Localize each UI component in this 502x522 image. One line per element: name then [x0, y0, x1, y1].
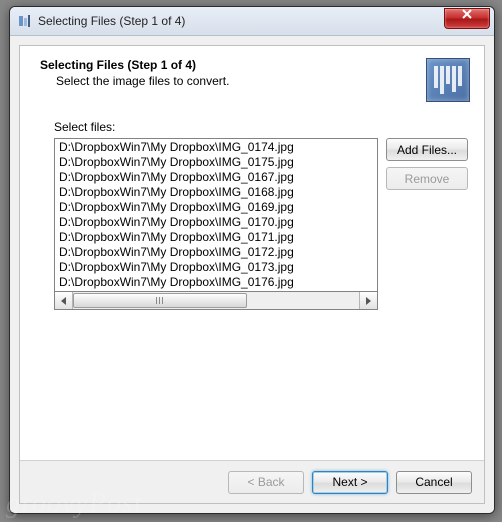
- scroll-thumb[interactable]: [73, 293, 247, 308]
- add-files-button[interactable]: Add Files...: [386, 138, 468, 161]
- app-icon: [16, 13, 32, 29]
- list-item[interactable]: D:\DropboxWin7\My Dropbox\IMG_0173.jpg: [57, 260, 375, 275]
- remove-button[interactable]: Remove: [386, 167, 468, 190]
- select-files-label: Select files:: [54, 120, 468, 134]
- title-bar[interactable]: Selecting Files (Step 1 of 4): [10, 7, 494, 36]
- cancel-button[interactable]: Cancel: [396, 471, 472, 494]
- close-button[interactable]: [444, 8, 490, 29]
- list-item[interactable]: D:\DropboxWin7\My Dropbox\IMG_0169.jpg: [57, 200, 375, 215]
- scroll-right-arrow[interactable]: [359, 292, 377, 309]
- wizard-panel: Selecting Files (Step 1 of 4) Select the…: [19, 45, 485, 504]
- step-heading: Selecting Files (Step 1 of 4): [40, 58, 229, 72]
- list-item[interactable]: D:\DropboxWin7\My Dropbox\IMG_0167.jpg: [57, 170, 375, 185]
- wizard-header: Selecting Files (Step 1 of 4) Select the…: [20, 46, 484, 112]
- list-item[interactable]: D:\DropboxWin7\My Dropbox\IMG_0174.jpg: [57, 140, 375, 155]
- wizard-icon: [426, 58, 470, 102]
- list-item[interactable]: D:\DropboxWin7\My Dropbox\IMG_0175.jpg: [57, 155, 375, 170]
- file-listbox[interactable]: D:\DropboxWin7\My Dropbox\IMG_0174.jpgD:…: [54, 138, 378, 292]
- next-button[interactable]: Next >: [312, 471, 388, 494]
- wizard-body: Select files: D:\DropboxWin7\My Dropbox\…: [20, 112, 484, 460]
- back-button[interactable]: < Back: [228, 471, 304, 494]
- wizard-footer: < Back Next > Cancel: [20, 460, 484, 503]
- list-item[interactable]: D:\DropboxWin7\My Dropbox\IMG_0171.jpg: [57, 230, 375, 245]
- list-item[interactable]: D:\DropboxWin7\My Dropbox\IMG_0168.jpg: [57, 185, 375, 200]
- step-subtext: Select the image files to convert.: [56, 74, 229, 88]
- horizontal-scrollbar[interactable]: [54, 292, 378, 310]
- list-item[interactable]: D:\DropboxWin7\My Dropbox\IMG_0170.jpg: [57, 215, 375, 230]
- list-item[interactable]: D:\DropboxWin7\My Dropbox\IMG_0172.jpg: [57, 245, 375, 260]
- wizard-dialog: Selecting Files (Step 1 of 4) Selecting …: [9, 6, 495, 514]
- scroll-left-arrow[interactable]: [55, 292, 73, 309]
- client-area: Selecting Files (Step 1 of 4) Select the…: [10, 36, 494, 513]
- scroll-track[interactable]: [73, 292, 359, 309]
- list-item[interactable]: D:\DropboxWin7\My Dropbox\IMG_0176.jpg: [57, 275, 375, 290]
- window-title: Selecting Files (Step 1 of 4): [38, 14, 185, 28]
